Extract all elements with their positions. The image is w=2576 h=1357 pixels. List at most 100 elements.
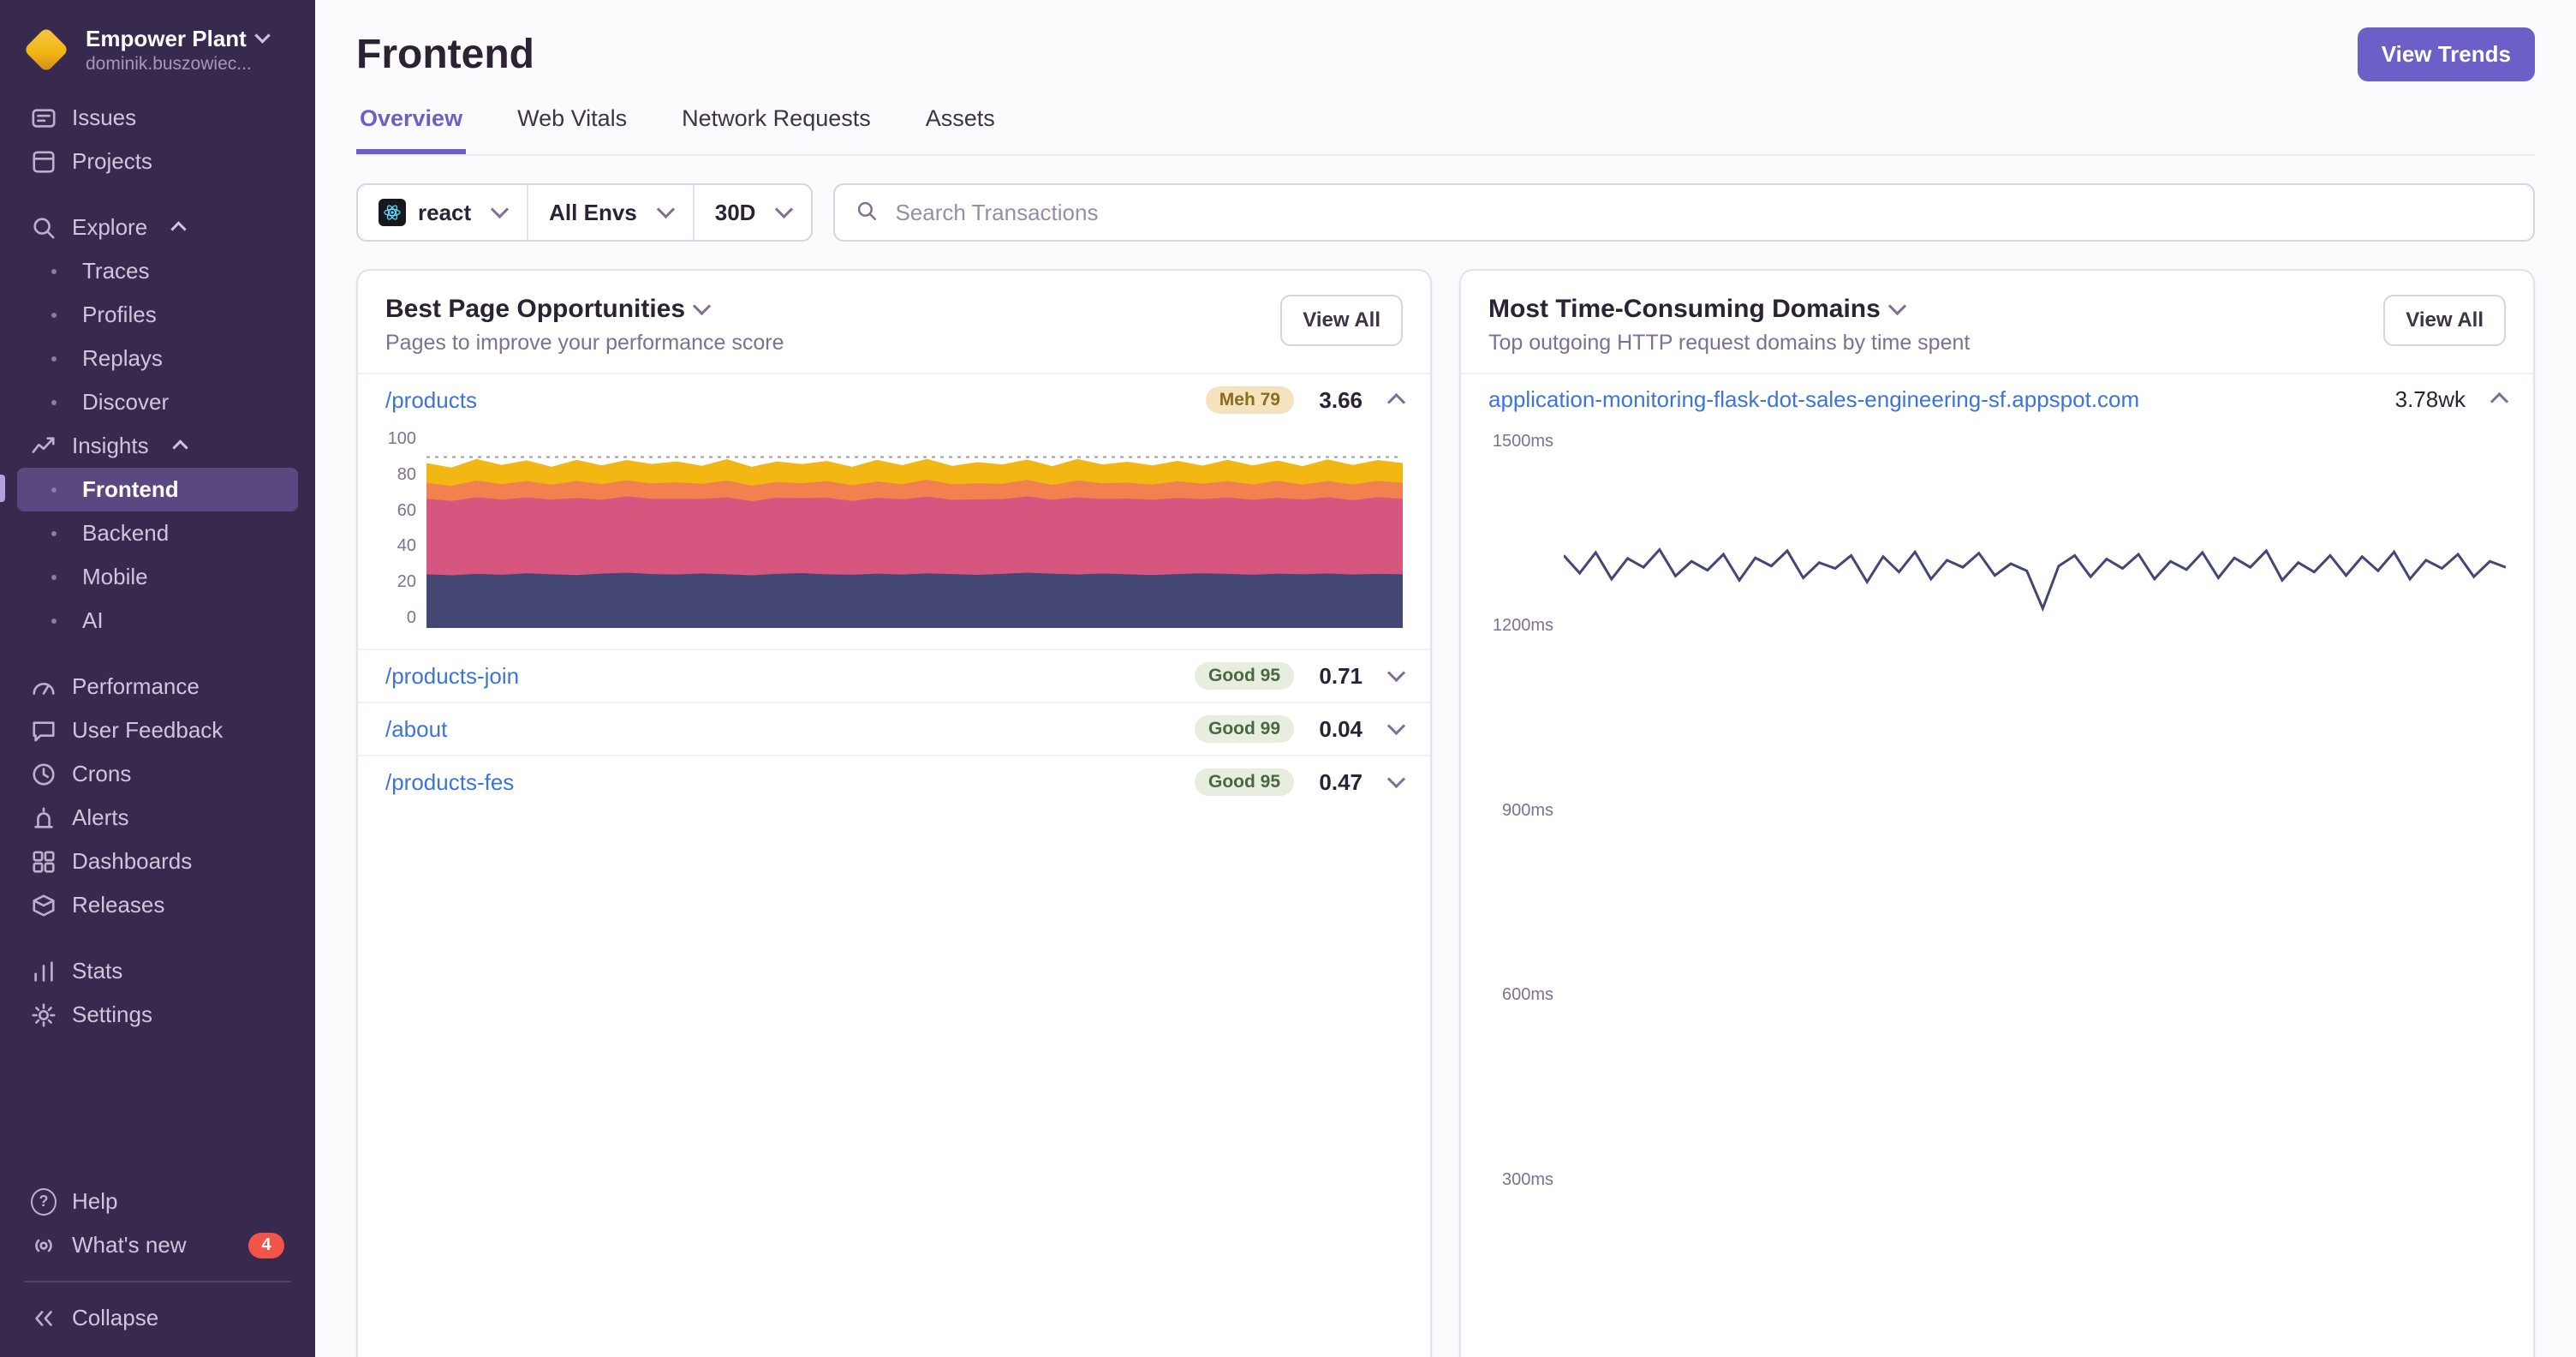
org-logo-icon xyxy=(21,24,72,75)
sidebar-item-label: Releases xyxy=(72,892,165,918)
panel-title: Best Page Opportunities xyxy=(385,295,686,323)
line-chart xyxy=(1564,432,2506,1357)
chevron-down-icon xyxy=(254,27,271,44)
opportunity-score-chart: 100 80 60 40 20 0 xyxy=(358,426,1430,649)
y-axis-labels: 1500ms1200ms900ms600ms300ms0 xyxy=(1492,432,1553,1357)
domain-link[interactable]: application-monitoring-flask-dot-sales-e… xyxy=(1488,386,2139,413)
tab-network-requests[interactable]: Network Requests xyxy=(678,105,874,154)
view-all-button[interactable]: View All xyxy=(1280,295,1403,346)
sidebar-item-replays[interactable]: Replays xyxy=(17,337,298,380)
sidebar-item-label: Mobile xyxy=(82,564,148,589)
search-icon xyxy=(31,215,57,241)
chevron-down-icon[interactable] xyxy=(692,296,712,315)
sidebar-nav: Issues Projects Explore Traces Profiles … xyxy=(0,96,298,1037)
sidebar-item-releases[interactable]: Releases xyxy=(17,883,298,927)
sidebar-item-dashboards[interactable]: Dashboards xyxy=(17,840,298,883)
project-filter[interactable]: react xyxy=(358,185,529,240)
filter-bar: react All Envs 30D xyxy=(356,183,2535,242)
y-axis-labels: 100 80 60 40 20 0 xyxy=(387,429,416,627)
broadcast-icon xyxy=(31,1233,57,1258)
sidebar-item-mobile[interactable]: Mobile xyxy=(17,555,298,599)
org-user: dominik.buszowiec... xyxy=(86,53,252,74)
siren-icon xyxy=(31,805,57,831)
tab-web-vitals[interactable]: Web Vitals xyxy=(514,105,630,154)
org-switcher[interactable]: Empower Plant dominik.buszowiec... xyxy=(17,17,298,96)
opportunity-row[interactable]: /products Meh 79 3.66 xyxy=(358,373,1430,426)
chevron-up-icon[interactable] xyxy=(2490,392,2509,411)
sidebar-item-issues[interactable]: Issues xyxy=(17,96,298,140)
sidebar-item-stats[interactable]: Stats xyxy=(17,949,298,993)
sidebar-item-label: Traces xyxy=(82,258,150,284)
score-badge: Good 95 xyxy=(1194,768,1294,796)
panel-title: Most Time-Consuming Domains xyxy=(1488,295,1881,323)
chevron-down-icon[interactable] xyxy=(1386,716,1406,735)
bullet-icon xyxy=(51,487,57,493)
chevron-down-icon xyxy=(775,200,794,218)
sidebar-item-performance[interactable]: Performance xyxy=(17,665,298,708)
page-link[interactable]: /products xyxy=(385,387,477,414)
sidebar-collapse-button[interactable]: Collapse xyxy=(17,1296,298,1340)
opportunity-row[interactable]: /about Good 99 0.04 xyxy=(358,702,1430,755)
sidebar-item-label: Frontend xyxy=(82,476,179,502)
view-all-button[interactable]: View All xyxy=(2383,295,2506,346)
chevron-down-icon[interactable] xyxy=(1386,769,1406,788)
sidebar-item-backend[interactable]: Backend xyxy=(17,511,298,555)
score-badge: Meh 79 xyxy=(1205,386,1294,414)
sidebar-item-label: Performance xyxy=(72,673,200,699)
sidebar-item-discover[interactable]: Discover xyxy=(17,380,298,424)
domain-time-chart: 1500ms1200ms900ms600ms300ms0 xyxy=(1461,425,2533,1357)
transaction-search[interactable] xyxy=(833,183,2535,242)
panel-subtitle: Pages to improve your performance score xyxy=(385,331,784,355)
environment-filter[interactable]: All Envs xyxy=(528,185,695,240)
sidebar-item-projects[interactable]: Projects xyxy=(17,140,298,183)
sidebar-item-label: Backend xyxy=(82,520,170,546)
sidebar-item-settings[interactable]: Settings xyxy=(17,993,298,1037)
sidebar-item-label: User Feedback xyxy=(72,717,224,743)
opportunity-score: 0.04 xyxy=(1319,715,1363,742)
sidebar-item-profiles[interactable]: Profiles xyxy=(17,293,298,337)
tab-overview[interactable]: Overview xyxy=(356,105,467,154)
view-trends-button[interactable]: View Trends xyxy=(2357,27,2535,81)
chevron-down-icon[interactable] xyxy=(1887,296,1906,315)
domain-row[interactable]: application-monitoring-flask-dot-sales-e… xyxy=(1461,373,2533,425)
bullet-icon xyxy=(51,530,57,536)
sidebar-item-label: Help xyxy=(72,1188,118,1214)
sidebar-item-frontend[interactable]: Frontend xyxy=(0,468,298,511)
sidebar-item-help[interactable]: ? Help xyxy=(17,1180,298,1223)
collapse-icon xyxy=(31,1306,57,1331)
sidebar-item-label: Settings xyxy=(72,1001,152,1027)
chevron-up-icon[interactable] xyxy=(1386,392,1406,411)
opportunity-row[interactable]: /products-fes Good 95 0.47 xyxy=(358,755,1430,808)
dashboards-icon xyxy=(31,849,57,875)
chevron-up-icon xyxy=(170,221,187,237)
project-filter-label: react xyxy=(418,199,472,225)
sidebar-item-label: Profiles xyxy=(82,302,157,327)
sidebar-item-user-feedback[interactable]: User Feedback xyxy=(17,708,298,752)
gear-icon xyxy=(31,1002,57,1028)
time-consuming-domains-panel: Most Time-Consuming Domains Top outgoing… xyxy=(1459,269,2535,1357)
date-range-filter[interactable]: 30D xyxy=(695,185,812,240)
sidebar-item-alerts[interactable]: Alerts xyxy=(17,796,298,840)
tab-assets[interactable]: Assets xyxy=(922,105,999,154)
panel-subtitle: Top outgoing HTTP request domains by tim… xyxy=(1488,331,1971,355)
opportunity-row[interactable]: /products-join Good 95 0.71 xyxy=(358,649,1430,702)
score-badge: Good 99 xyxy=(1194,715,1294,743)
sidebar-item-label: Projects xyxy=(72,148,152,174)
page-link[interactable]: /products-join xyxy=(385,663,519,690)
page-link[interactable]: /about xyxy=(385,716,447,743)
sidebar-item-whats-new[interactable]: What's new 4 xyxy=(17,1223,298,1267)
search-input[interactable] xyxy=(891,197,2513,228)
projects-icon xyxy=(31,149,57,175)
opportunity-score: 0.47 xyxy=(1319,768,1363,795)
sidebar-item-label: Dashboards xyxy=(72,848,193,874)
sidebar-item-ai[interactable]: AI xyxy=(17,599,298,643)
sidebar-item-traces[interactable]: Traces xyxy=(17,249,298,293)
bullet-icon xyxy=(51,618,57,624)
sidebar-group-explore[interactable]: Explore xyxy=(17,206,298,249)
sidebar-group-insights[interactable]: Insights xyxy=(17,424,298,468)
sidebar-item-label: Alerts xyxy=(72,804,129,830)
chevron-down-icon[interactable] xyxy=(1386,663,1406,682)
page-link[interactable]: /products-fes xyxy=(385,769,514,796)
sidebar-item-crons[interactable]: Crons xyxy=(17,752,298,796)
feedback-icon xyxy=(31,718,57,744)
